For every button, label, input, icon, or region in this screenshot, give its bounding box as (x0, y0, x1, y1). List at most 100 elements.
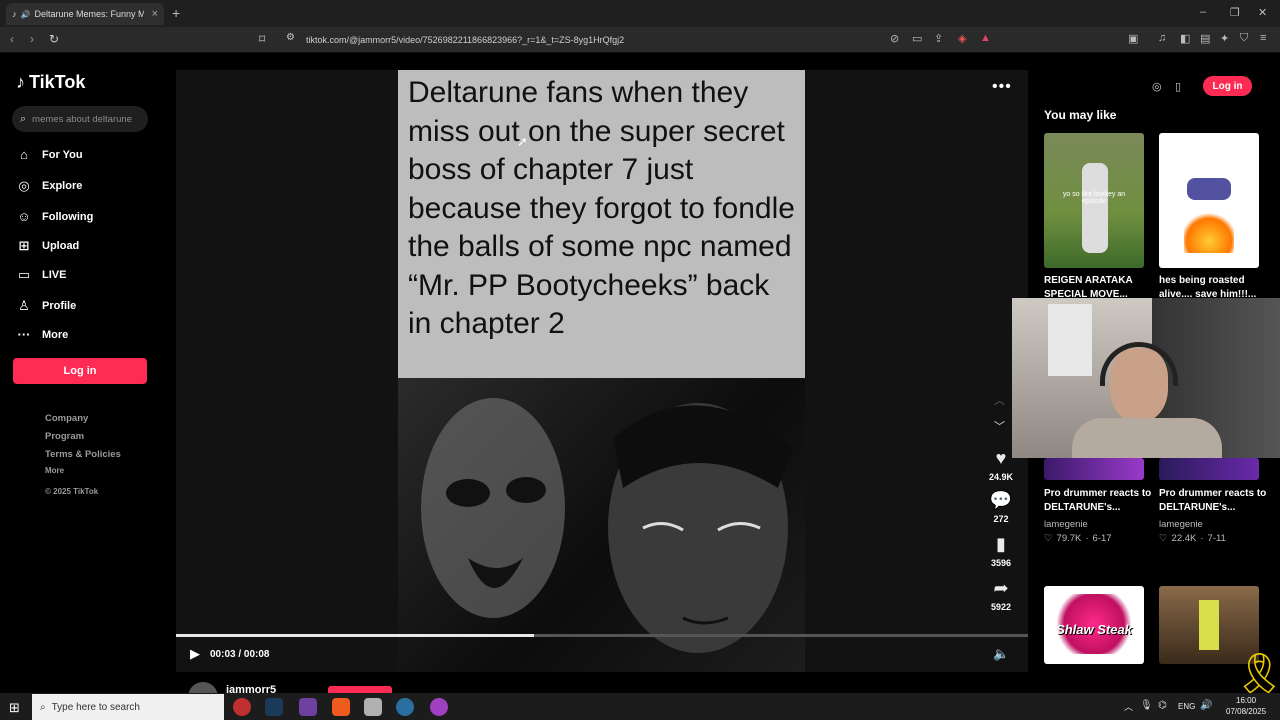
tray-chevron-icon[interactable]: ︿ (1124, 700, 1133, 713)
share-action[interactable]: ➦ 5922 (986, 578, 1016, 612)
network-icon[interactable]: ⌬ (1158, 700, 1167, 711)
comment-action[interactable]: 💬 272 (986, 490, 1016, 524)
brave-shield-icon[interactable]: ◈ (958, 32, 966, 45)
nav-more[interactable]: ··· More (16, 327, 69, 342)
footer-terms[interactable]: Terms & Policies (45, 449, 121, 460)
language-indicator[interactable]: ENG (1178, 702, 1195, 711)
app-icon[interactable] (299, 698, 317, 716)
app-icon[interactable] (233, 698, 251, 716)
login-button[interactable]: Log in (13, 358, 147, 384)
footer-program[interactable]: Program (45, 431, 84, 442)
browser-tab[interactable]: ♪ 🔊 Deltarune Memes: Funny Me... × (6, 3, 164, 25)
video-frame[interactable]: Deltarune fans when they miss out on the… (398, 70, 805, 672)
fire-figure (1184, 213, 1234, 253)
close-window-icon[interactable]: ✕ (1258, 6, 1267, 19)
sidebar-icon[interactable]: ◧ (1180, 32, 1190, 45)
video-thumbnail[interactable] (1159, 458, 1259, 480)
brave-icon[interactable] (332, 698, 350, 716)
app-icon[interactable] (364, 698, 382, 716)
windows-start-icon[interactable]: ⊞ (9, 700, 20, 716)
reload-icon[interactable]: ↻ (49, 32, 59, 46)
back-icon[interactable]: ‹ (10, 32, 14, 46)
video-thumbnail[interactable] (1159, 133, 1259, 268)
heart-outline-icon: ♡ (1044, 533, 1053, 544)
volume-icon[interactable]: 🔈 (993, 646, 1009, 662)
menu-icon[interactable]: ≡ (1260, 32, 1266, 44)
window-figure (1048, 304, 1092, 376)
footer-more[interactable]: More (45, 466, 64, 475)
tab-title: Deltarune Memes: Funny Me... (34, 9, 145, 19)
app-icon[interactable] (430, 698, 448, 716)
nav-profile[interactable]: ♙ Profile (16, 298, 76, 314)
screenshot-icon[interactable]: ▣ (1128, 32, 1138, 45)
site-info-icon[interactable]: ⚙ (286, 32, 295, 43)
character-figure (1187, 178, 1231, 200)
tiktok-logo[interactable]: ♪ TikTok (16, 72, 85, 93)
app-icon[interactable] (396, 698, 414, 716)
video-thumbnail[interactable]: Shlaw Steak (1044, 586, 1144, 664)
card-likes: 22.4K (1171, 533, 1197, 544)
nav-upload[interactable]: ⊞ Upload (16, 238, 80, 254)
thumbnail-overlay-text: Shlaw Steak (1056, 622, 1132, 637)
video-thumbnail[interactable] (1044, 458, 1144, 480)
share-icon[interactable]: ⇪ (934, 32, 943, 45)
more-options-icon[interactable]: ••• (992, 78, 1012, 96)
chevron-down-icon[interactable]: ﹀ (994, 418, 1005, 434)
close-tab-icon[interactable]: × (152, 8, 158, 20)
nav-explore[interactable]: ◎ Explore (16, 178, 82, 194)
compass-icon[interactable]: ◎ (1152, 80, 1162, 93)
time-readout: 00:03 / 00:08 (210, 649, 270, 660)
compass-icon: ◎ (18, 178, 30, 193)
video-caption-text: Deltarune fans when they miss out on the… (398, 70, 805, 378)
search-icon: ⌕ (20, 112, 27, 125)
person-shoulders (1072, 418, 1222, 458)
card-author[interactable]: lamegenie (1044, 519, 1088, 530)
restore-icon[interactable]: ❐ (1230, 6, 1240, 19)
forward-icon[interactable]: › (30, 32, 34, 46)
card-author[interactable]: lamegenie (1159, 519, 1203, 530)
vpn-icon[interactable]: ⛉ (1240, 32, 1248, 45)
nav-following[interactable]: ☺ Following (16, 209, 93, 224)
card-title[interactable]: Pro drummer reacts to DELTARUNE's... (1159, 487, 1269, 515)
taskbar-clock[interactable]: 16:00 07/08/2025 (1226, 695, 1266, 717)
rewards-icon[interactable]: ▲ (980, 32, 991, 44)
card-stats: ♡ 22.4K · 7-11 (1159, 533, 1226, 544)
plus-box-icon: ⊞ (18, 238, 30, 253)
tiktok-note-icon: ♪ (16, 72, 25, 92)
nav-live[interactable]: ▭ LIVE (16, 267, 67, 283)
music-icon[interactable]: ♫ (1158, 32, 1166, 44)
card-stats: ♡ 79.7K · 6-17 (1044, 533, 1112, 544)
login-button-top[interactable]: Log in (1203, 76, 1252, 96)
bookmark-icon[interactable]: ⌑ (259, 32, 265, 46)
nav-label: Upload (42, 240, 80, 252)
cast-icon[interactable]: ▭ (912, 32, 922, 45)
comment-icon: 💬 (989, 490, 1013, 510)
audio-icon[interactable]: 🔊 (21, 10, 31, 19)
wallet-icon[interactable]: ▤ (1200, 32, 1210, 45)
chevron-up-icon[interactable]: ︿ (994, 392, 1005, 408)
play-icon[interactable]: ▶ (190, 646, 200, 662)
save-action[interactable]: ▮ 3596 (986, 534, 1016, 568)
speaker-icon[interactable]: 🔊 (1200, 700, 1212, 711)
ellipsis-icon: ··· (17, 327, 31, 342)
dot: · (1200, 533, 1204, 544)
taskbar-search[interactable]: ⌕ Type here to search (32, 694, 224, 720)
ribbon-icon: 🎗 (1234, 652, 1280, 696)
video-thumbnail[interactable]: yo so like lowkey an episode (1044, 133, 1144, 268)
home-icon: ⌂ (20, 147, 28, 162)
nav-for-you[interactable]: ⌂ For You (16, 147, 82, 162)
no-tracking-icon[interactable]: ⊘ (890, 32, 899, 45)
new-tab-button[interactable]: + (172, 5, 180, 21)
nav-label: More (42, 328, 69, 341)
card-title[interactable]: Pro drummer reacts to DELTARUNE's... (1044, 487, 1154, 515)
ai-icon[interactable]: ✦ (1220, 32, 1229, 45)
steam-icon[interactable] (265, 698, 283, 716)
manga-faces-drawing (421, 398, 793, 653)
card-date: 7-11 (1207, 533, 1226, 544)
device-icon[interactable]: ▯ (1175, 80, 1181, 93)
search-input[interactable]: ⌕ memes about deltarune (12, 106, 148, 132)
footer-company[interactable]: Company (45, 413, 88, 424)
manga-image (398, 378, 805, 672)
microphone-icon[interactable]: 🎙 (1140, 700, 1153, 711)
minimize-icon[interactable]: – (1200, 6, 1206, 18)
